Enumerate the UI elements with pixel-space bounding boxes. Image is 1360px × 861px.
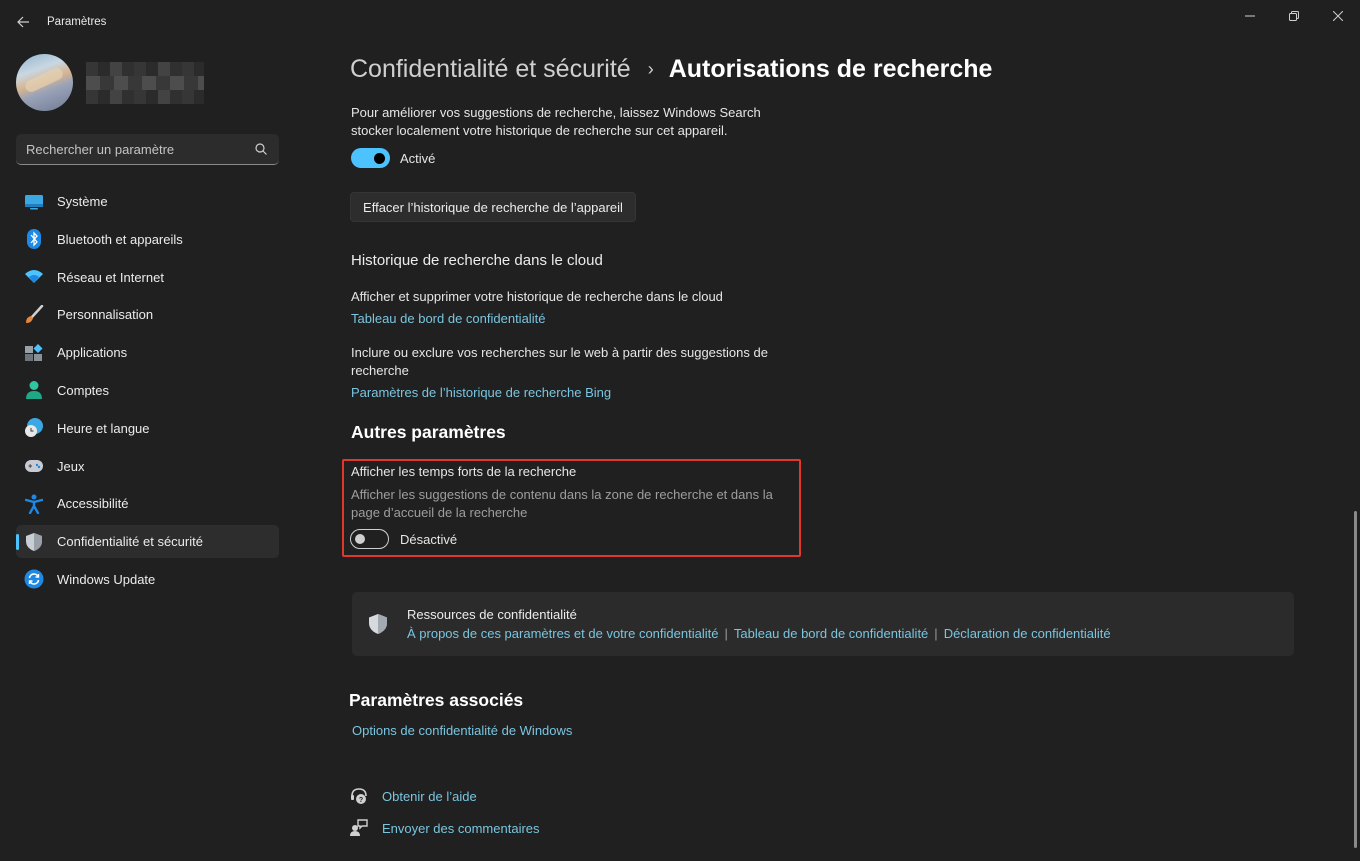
search-input[interactable] bbox=[26, 141, 246, 157]
chevron-right-icon: › bbox=[647, 59, 654, 79]
privacy-dashboard-link-2[interactable]: Tableau de bord de confidentialité bbox=[734, 626, 928, 641]
toggle-knob bbox=[355, 534, 365, 544]
restore-icon bbox=[1289, 11, 1299, 21]
sidebar-item-label: Comptes bbox=[57, 382, 110, 398]
link-separator: | bbox=[934, 626, 938, 641]
search-highlights-title: Afficher les temps forts de la recherche bbox=[351, 464, 577, 479]
sidebar-item-windows-update[interactable]: Windows Update bbox=[16, 563, 279, 596]
feedback-icon bbox=[350, 819, 368, 836]
sidebar-item-label: Système bbox=[57, 194, 108, 209]
link-separator: | bbox=[724, 626, 728, 641]
help-icon: ? bbox=[351, 788, 367, 804]
sidebar-item-label: Bluetooth et appareils bbox=[57, 231, 183, 247]
about-privacy-link[interactable]: À propos de ces paramètres et de votre c… bbox=[407, 626, 718, 641]
sidebar-item-label: Confidentialité et sécurité bbox=[57, 534, 203, 550]
sidebar-item-label: Accessibilité bbox=[57, 496, 129, 512]
close-icon bbox=[1333, 11, 1343, 21]
bing-history-settings-link[interactable]: Paramètres de l’historique de recherche … bbox=[351, 385, 611, 400]
brush-icon bbox=[24, 304, 44, 325]
shield-icon bbox=[369, 614, 387, 634]
time-language-icon bbox=[24, 418, 44, 438]
accessibility-icon bbox=[24, 494, 44, 514]
svg-text:?: ? bbox=[359, 797, 363, 804]
related-settings-heading: Paramètres associés bbox=[349, 690, 524, 710]
gamepad-icon bbox=[24, 456, 44, 476]
shield-icon bbox=[24, 532, 44, 552]
cloud-history-heading: Historique de recherche dans le cloud bbox=[351, 252, 603, 269]
toggle-knob bbox=[374, 153, 385, 164]
sidebar-item-label: Jeux bbox=[57, 458, 85, 474]
windows-privacy-options-link[interactable]: Options de confidentialité de Windows bbox=[352, 723, 572, 738]
web-search-include-text: Inclure ou exclure vos recherches sur le… bbox=[351, 345, 768, 378]
sidebar-item-applications[interactable]: Applications bbox=[16, 336, 279, 369]
privacy-resources-links: À propos de ces paramètres et de votre c… bbox=[407, 626, 1111, 641]
profile-name-redacted bbox=[86, 62, 204, 104]
close-button[interactable] bbox=[1315, 0, 1360, 32]
sidebar-item-label: Réseau et Internet bbox=[57, 269, 164, 285]
page-title: Autorisations de recherche bbox=[668, 55, 993, 83]
sidebar-item-jeux[interactable]: Jeux bbox=[16, 450, 279, 483]
send-feedback-label: Envoyer des commentaires bbox=[382, 820, 540, 836]
avatar[interactable] bbox=[16, 54, 73, 111]
app-title: Paramètres bbox=[47, 16, 107, 28]
sidebar-item-comptes[interactable]: Comptes bbox=[16, 374, 279, 407]
send-feedback-link[interactable]: Envoyer des commentaires bbox=[350, 819, 540, 837]
sidebar-item-label: Windows Update bbox=[57, 571, 156, 587]
device-history-toggle-label: Activé bbox=[400, 151, 436, 166]
system-icon bbox=[24, 192, 44, 212]
arrow-left-icon bbox=[16, 16, 29, 28]
get-help-label: Obtenir de l’aide bbox=[382, 788, 477, 804]
title-bar: Paramètres bbox=[0, 0, 1360, 44]
wifi-icon bbox=[24, 267, 44, 287]
search-icon[interactable] bbox=[254, 142, 268, 156]
sidebar-item-heure-langue[interactable]: Heure et langue bbox=[16, 412, 279, 445]
windows-update-icon bbox=[24, 569, 44, 589]
search-highlights-toggle-label: Désactivé bbox=[400, 532, 458, 547]
sidebar-item-bluetooth[interactable]: Bluetooth et appareils bbox=[16, 223, 279, 256]
sidebar-item-accessibilite[interactable]: Accessibilité bbox=[16, 487, 279, 520]
account-icon bbox=[24, 380, 44, 400]
privacy-resources-title: Ressources de confidentialité bbox=[407, 607, 577, 622]
sidebar-item-reseau[interactable]: Réseau et Internet bbox=[16, 261, 279, 294]
bluetooth-icon bbox=[24, 229, 44, 250]
sidebar-item-label: Heure et langue bbox=[57, 420, 150, 436]
restore-button[interactable] bbox=[1271, 0, 1317, 32]
cloud-history-view-text: Afficher et supprimer votre historique d… bbox=[351, 289, 723, 304]
privacy-statement-link[interactable]: Déclaration de confidentialité bbox=[944, 626, 1111, 641]
sidebar-item-label: Applications bbox=[57, 345, 128, 361]
clear-device-history-button[interactable]: Effacer l’historique de recherche de l’a… bbox=[350, 192, 636, 222]
apps-icon bbox=[24, 343, 44, 363]
device-history-description: Pour améliorer vos suggestions de recher… bbox=[351, 105, 761, 138]
vertical-scrollbar[interactable] bbox=[1354, 511, 1357, 848]
sidebar-item-personnalisation[interactable]: Personnalisation bbox=[16, 298, 279, 331]
device-history-toggle[interactable] bbox=[351, 148, 390, 168]
sidebar-item-systeme[interactable]: Système bbox=[16, 185, 279, 218]
get-help-link[interactable]: ? Obtenir de l’aide bbox=[350, 787, 477, 805]
search-highlights-description: Afficher les suggestions de contenu dans… bbox=[351, 487, 773, 520]
minimize-button[interactable] bbox=[1227, 0, 1273, 32]
settings-search[interactable] bbox=[16, 134, 279, 165]
back-button[interactable] bbox=[12, 10, 34, 34]
sidebar-item-label: Personnalisation bbox=[57, 307, 154, 323]
privacy-dashboard-link[interactable]: Tableau de bord de confidentialité bbox=[351, 311, 545, 326]
search-highlights-toggle[interactable] bbox=[350, 529, 389, 549]
other-settings-heading: Autres paramètres bbox=[351, 422, 506, 442]
sidebar-nav: Système Bluetooth et appareils Réseau et… bbox=[16, 185, 279, 601]
breadcrumb-parent[interactable]: Confidentialité et sécurité bbox=[350, 55, 631, 84]
minimize-icon bbox=[1245, 15, 1255, 17]
sidebar-item-confidentialite[interactable]: Confidentialité et sécurité bbox=[16, 525, 279, 559]
breadcrumb: Confidentialité et sécurité › Autorisati… bbox=[350, 55, 992, 84]
privacy-resources-card: Ressources de confidentialité À propos d… bbox=[352, 592, 1294, 656]
